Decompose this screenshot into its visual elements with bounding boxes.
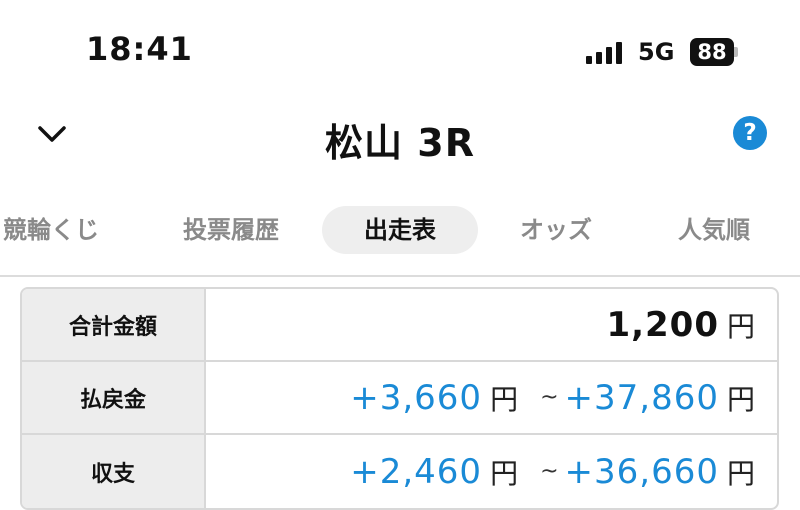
battery-icon: 88	[690, 38, 738, 66]
payout-value: +3,660 円 ~ +37,860 円	[206, 362, 777, 433]
payout-max-unit: 円	[726, 382, 755, 416]
balance-max-unit: 円	[726, 456, 755, 490]
balance-max: +36,660	[564, 451, 719, 492]
payout-label: 払戻金	[22, 362, 206, 433]
payout-tilde: ~	[540, 385, 559, 410]
tab-divider	[0, 275, 800, 277]
total-unit: 円	[726, 309, 755, 343]
help-icon[interactable]: ?	[733, 116, 767, 150]
total-label: 合計金額	[22, 289, 206, 360]
total-value: 1,200 円	[206, 289, 777, 360]
navigation-bar: 松山 3R ?	[0, 100, 800, 170]
status-bar: 18:41 5G 88	[0, 0, 800, 90]
network-type: 5G	[638, 38, 675, 66]
balance-label: 収支	[22, 435, 206, 508]
balance-row: 収支 +2,460 円 ~ +36,660 円	[22, 435, 777, 508]
status-time: 18:41	[86, 30, 193, 68]
summary-table: 合計金額 1,200 円 払戻金 +3,660 円 ~ +37,860 円 収支…	[20, 287, 779, 510]
payout-min-unit: 円	[490, 382, 519, 416]
payout-min: +3,660	[350, 377, 483, 418]
total-row: 合計金額 1,200 円	[22, 289, 777, 362]
tab-vote-history[interactable]: 投票履歴	[176, 206, 286, 254]
payout-max: +37,860	[564, 377, 719, 418]
balance-min-unit: 円	[490, 456, 519, 490]
tab-bar: 競輪くじ 投票履歴 出走表 オッズ 人気順	[0, 206, 800, 258]
balance-tilde: ~	[540, 459, 559, 484]
balance-value: +2,460 円 ~ +36,660 円	[206, 435, 777, 508]
total-amount: 1,200	[606, 304, 719, 345]
tab-keirin-kuji[interactable]: 競輪くじ	[0, 206, 106, 254]
tab-popularity[interactable]: 人気順	[664, 206, 764, 254]
payout-row: 払戻金 +3,660 円 ~ +37,860 円	[22, 362, 777, 435]
cellular-signal-icon	[586, 42, 626, 64]
tab-odds[interactable]: オッズ	[506, 206, 606, 254]
battery-level: 88	[690, 38, 734, 66]
tab-race-card[interactable]: 出走表	[322, 206, 478, 254]
balance-min: +2,460	[350, 451, 483, 492]
page-title: 松山 3R	[325, 121, 475, 165]
